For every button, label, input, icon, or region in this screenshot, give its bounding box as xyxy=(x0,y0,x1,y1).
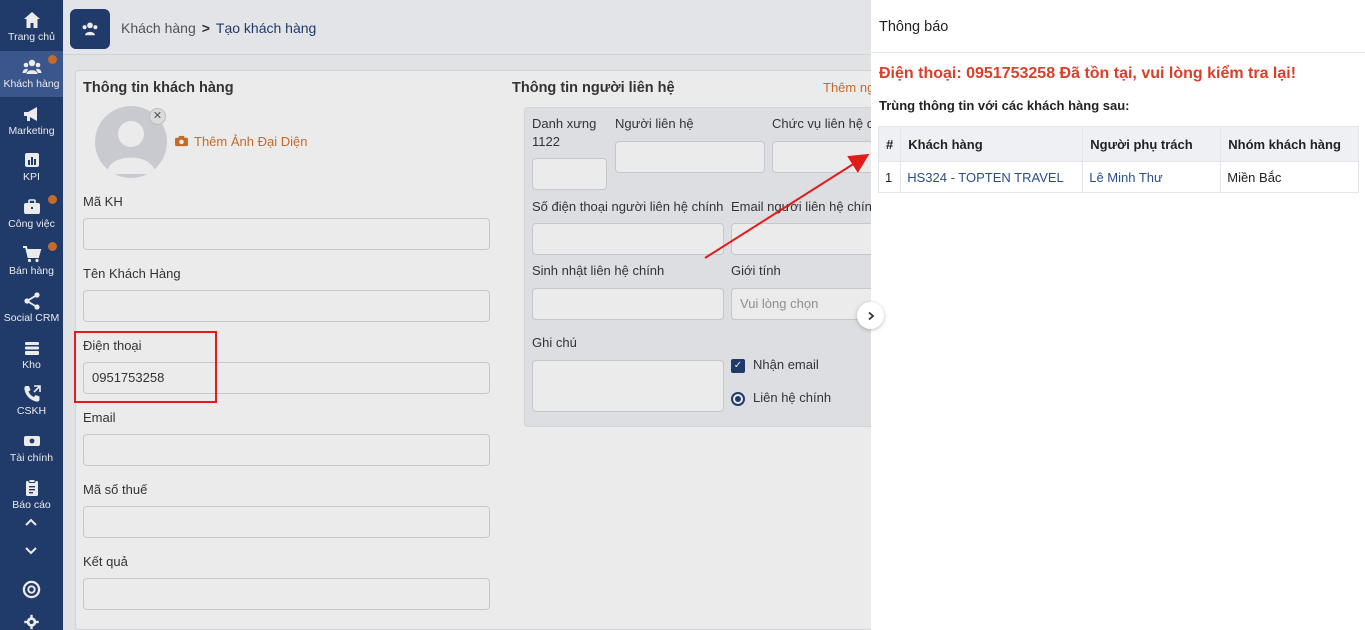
customer-link[interactable]: HS324 - TOPTEN TRAVEL xyxy=(900,161,1084,193)
row-number: 1 xyxy=(877,161,902,193)
duplicate-error-message: Điện thoại: 0951753258 Đã tồn tại, vui l… xyxy=(879,65,1297,82)
column-header-customer: Khách hàng xyxy=(900,126,1084,162)
panel-title: Thông báo xyxy=(879,19,949,35)
collapse-panel-button[interactable] xyxy=(857,302,884,329)
chevron-right-icon xyxy=(867,311,874,320)
column-header-group: Nhóm khách hàng xyxy=(1220,126,1359,162)
panel-header: Thông báo xyxy=(871,0,1365,53)
customer-group: Miền Bắc xyxy=(1220,161,1359,193)
column-header-owner: Người phụ trách xyxy=(1082,126,1222,162)
column-header-number: # xyxy=(877,126,902,162)
notification-panel: Thông báo Điện thoại: 0951753258 Đã tồn … xyxy=(871,0,1365,630)
duplicate-customers-table: # Khách hàng Người phụ trách Nhóm khách … xyxy=(877,126,1359,193)
owner-link[interactable]: Lê Minh Thư xyxy=(1082,161,1222,193)
table-row: 1 HS324 - TOPTEN TRAVEL Lê Minh Thư Miền… xyxy=(877,161,1359,193)
table-header-row: # Khách hàng Người phụ trách Nhóm khách … xyxy=(877,126,1359,162)
duplicate-subtitle: Trùng thông tin với các khách hàng sau: xyxy=(879,98,1130,113)
